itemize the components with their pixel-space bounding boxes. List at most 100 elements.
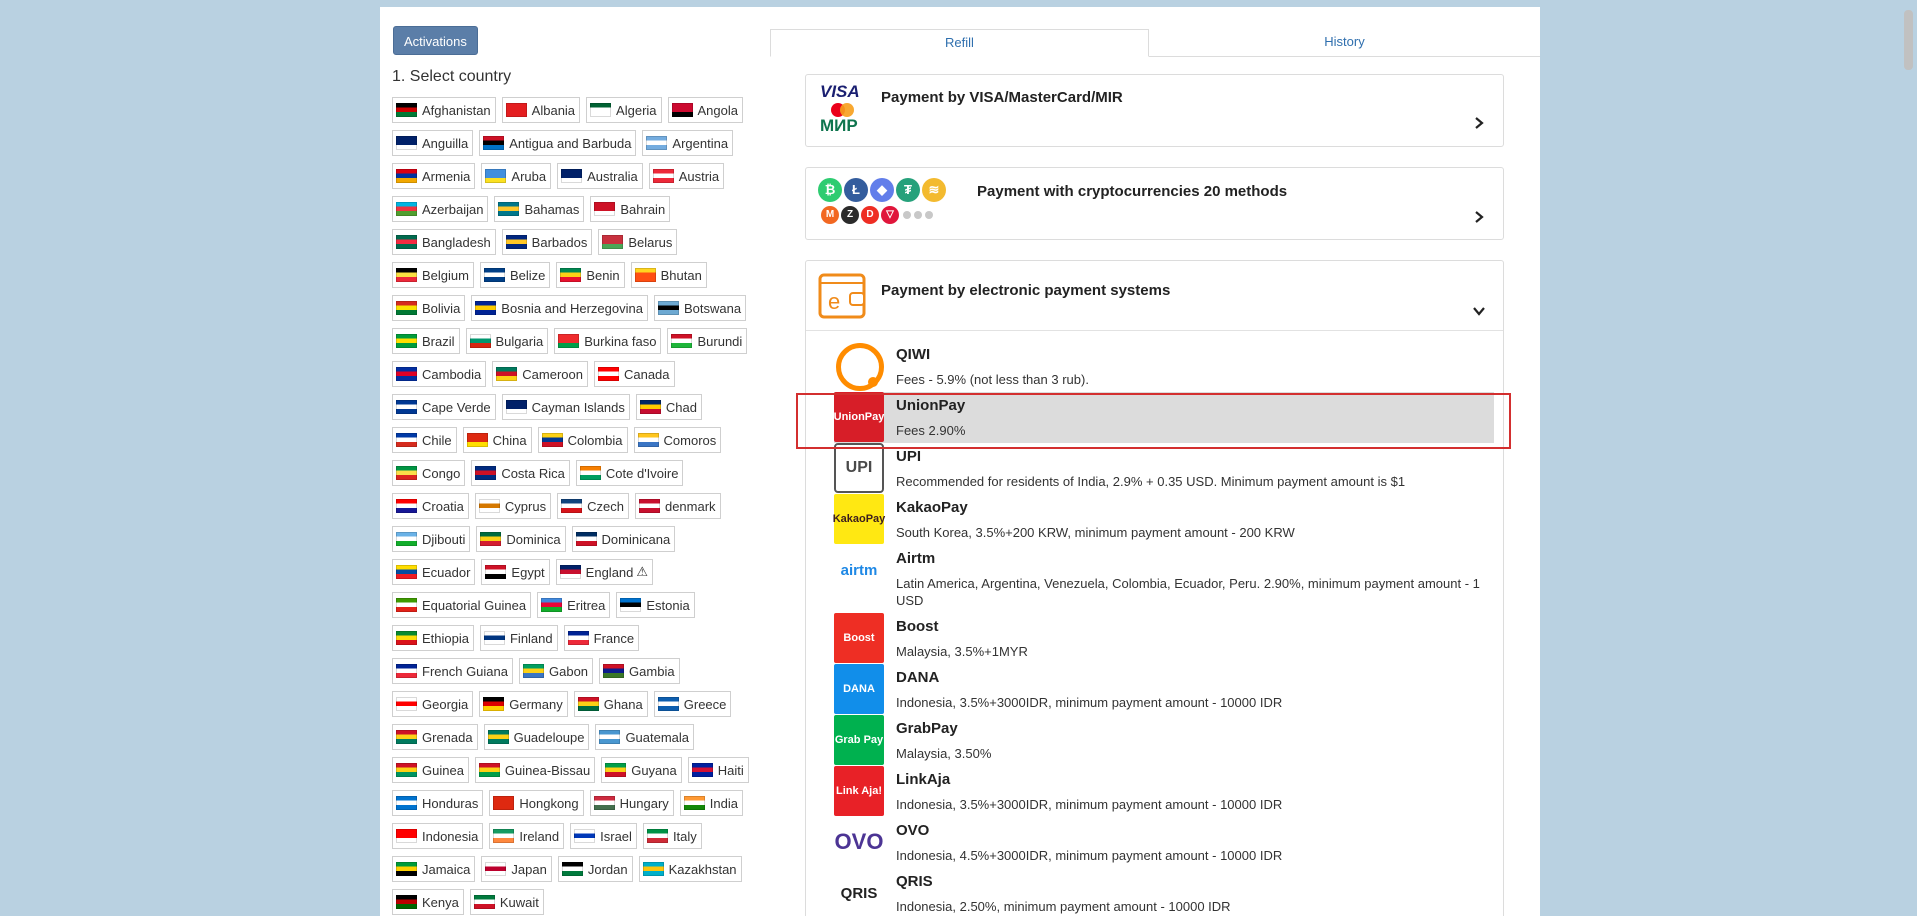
country-item[interactable]: Antigua and Barbuda [479, 130, 637, 156]
country-item[interactable]: Afghanistan [392, 97, 496, 123]
country-item[interactable]: Bulgaria [465, 328, 549, 354]
country-item[interactable]: China [462, 427, 532, 453]
country-item[interactable]: denmark [634, 493, 721, 519]
card-visa-mastercard-mir[interactable]: VISA МИР Payment by VISA/MasterCard/MIR [805, 74, 1504, 147]
country-item[interactable]: Djibouti [392, 526, 471, 552]
country-item[interactable]: Ghana [573, 691, 648, 717]
country-item[interactable]: Italy [642, 823, 702, 849]
country-item[interactable]: Bolivia [392, 295, 466, 321]
country-item[interactable]: Haiti [687, 757, 749, 783]
country-item[interactable]: Kazakhstan [638, 856, 742, 882]
country-item[interactable]: Indonesia [392, 823, 484, 849]
country-item[interactable]: Jamaica [392, 856, 476, 882]
country-item[interactable]: Botswana [653, 295, 747, 321]
tab-history[interactable]: History [1149, 29, 1540, 57]
country-item[interactable]: Austria [648, 163, 725, 189]
country-item[interactable]: Grenada [392, 724, 478, 750]
country-item[interactable]: Kenya [392, 889, 464, 915]
country-item[interactable]: Brazil [392, 328, 460, 354]
scrollbar-thumb[interactable] [1904, 10, 1913, 70]
country-item[interactable]: Chile [392, 427, 457, 453]
country-item[interactable]: Benin [556, 262, 625, 288]
country-item[interactable]: Burkina faso [554, 328, 662, 354]
country-item[interactable]: Guyana [601, 757, 682, 783]
country-item[interactable]: Canada [593, 361, 675, 387]
country-item[interactable]: Azerbaijan [392, 196, 489, 222]
country-item[interactable]: Germany [479, 691, 568, 717]
payment-method-airtm[interactable]: airtm Airtm Latin America, Argentina, Vene… [834, 545, 1494, 608]
country-item[interactable]: Gambia [599, 658, 680, 684]
country-item[interactable]: Greece [653, 691, 732, 717]
country-item[interactable]: Georgia [392, 691, 474, 717]
country-item[interactable]: Jordan [557, 856, 633, 882]
country-item[interactable]: Bangladesh [392, 229, 496, 255]
country-item[interactable]: Anguilla [392, 130, 474, 156]
country-item[interactable]: Belarus [598, 229, 678, 255]
country-item[interactable]: Israel [570, 823, 637, 849]
country-item[interactable]: Eritrea [537, 592, 611, 618]
country-item[interactable]: Cape Verde [392, 394, 496, 420]
activations-button[interactable]: Activations [393, 26, 478, 55]
country-item[interactable]: Guinea-Bissau [474, 757, 596, 783]
country-item[interactable]: Honduras [392, 790, 484, 816]
country-item[interactable]: Cyprus [474, 493, 552, 519]
country-item[interactable]: Congo [392, 460, 466, 486]
country-item[interactable]: Hungary [589, 790, 674, 816]
country-item[interactable]: Armenia [392, 163, 476, 189]
scrollbar[interactable] [1900, 0, 1917, 916]
country-item[interactable]: Bhutan [630, 262, 707, 288]
country-item[interactable]: Australia [557, 163, 643, 189]
country-item[interactable]: Algeria [586, 97, 662, 123]
country-item[interactable]: Barbados [501, 229, 593, 255]
payment-method-linkaja[interactable]: Link Aja! LinkAja Indonesia, 3.5%+3000IDR,… [834, 766, 1494, 817]
country-item[interactable]: India [679, 790, 743, 816]
country-item[interactable]: Bahamas [494, 196, 585, 222]
country-item[interactable]: Guadeloupe [483, 724, 590, 750]
tab-refill[interactable]: Refill [770, 29, 1149, 57]
country-item[interactable]: Ireland [489, 823, 565, 849]
payment-method-kakaopay[interactable]: KakaoPay KakaoPay South Korea, 3.5%+200 KR… [833, 494, 1494, 545]
payment-method-grabpay[interactable]: Grab Pay GrabPay Malaysia, 3.50% [834, 715, 1494, 766]
country-item[interactable]: Aruba [481, 163, 552, 189]
payment-method-upi[interactable]: UPI UPI Recommended for residents of India… [834, 443, 1494, 494]
country-item[interactable]: Angola [667, 97, 743, 123]
country-item[interactable]: Belgium [392, 262, 474, 288]
chevron-down-icon[interactable] [1473, 305, 1485, 317]
country-item[interactable]: Czech [557, 493, 629, 519]
country-item[interactable]: Finland [479, 625, 558, 651]
country-item[interactable]: Egypt [481, 559, 550, 585]
country-item[interactable]: Estonia [616, 592, 695, 618]
country-item[interactable]: Belize [479, 262, 551, 288]
country-item[interactable]: Guinea [392, 757, 469, 783]
country-item[interactable]: Albania [501, 97, 581, 123]
country-item[interactable]: Japan [481, 856, 552, 882]
country-item[interactable]: Ecuador [392, 559, 476, 585]
payment-method-dana[interactable]: DANA DANA Indonesia, 3.5%+3000IDR, minimum… [834, 664, 1494, 715]
country-item[interactable]: Comoros [633, 427, 722, 453]
country-item[interactable]: Colombia [537, 427, 628, 453]
country-item[interactable]: Bosnia and Herzegovina [471, 295, 648, 321]
country-item[interactable]: Cameroon [492, 361, 588, 387]
country-item[interactable]: Equatorial Guinea [392, 592, 532, 618]
country-item[interactable]: Costa Rica [471, 460, 570, 486]
country-item[interactable]: Cambodia [392, 361, 487, 387]
country-item[interactable]: Croatia [392, 493, 469, 519]
payment-method-ovo[interactable]: OVO OVO Indonesia, 4.5%+3000IDR, minimum p… [834, 817, 1494, 868]
country-item[interactable]: Gabon [519, 658, 594, 684]
payment-method-qris[interactable]: QRIS QRIS Indonesia, 2.50%, minimum paymen… [834, 868, 1494, 916]
country-item[interactable]: Chad [635, 394, 702, 420]
country-item[interactable]: Cayman Islands [501, 394, 630, 420]
country-item[interactable]: Cote d'Ivoire [575, 460, 684, 486]
country-item[interactable]: French Guiana [392, 658, 513, 684]
country-item[interactable]: Dominicana [571, 526, 676, 552]
payment-method-qiwi[interactable]: QIWI Fees - 5.9% (not less than 3 rub). [834, 341, 1494, 392]
country-item[interactable]: Ethiopia [392, 625, 474, 651]
country-item[interactable]: Dominica [476, 526, 566, 552]
payment-method-boost[interactable]: Boost Boost Malaysia, 3.5%+1MYR [834, 613, 1494, 664]
country-item[interactable]: England ⚠ [555, 559, 654, 585]
country-item[interactable]: Bahrain [590, 196, 671, 222]
payment-method-unionpay[interactable]: UnionPay UnionPay Fees 2.90% [834, 392, 1494, 443]
country-item[interactable]: Kuwait [469, 889, 544, 915]
country-item[interactable]: Guatemala [595, 724, 695, 750]
country-item[interactable]: Argentina [642, 130, 734, 156]
